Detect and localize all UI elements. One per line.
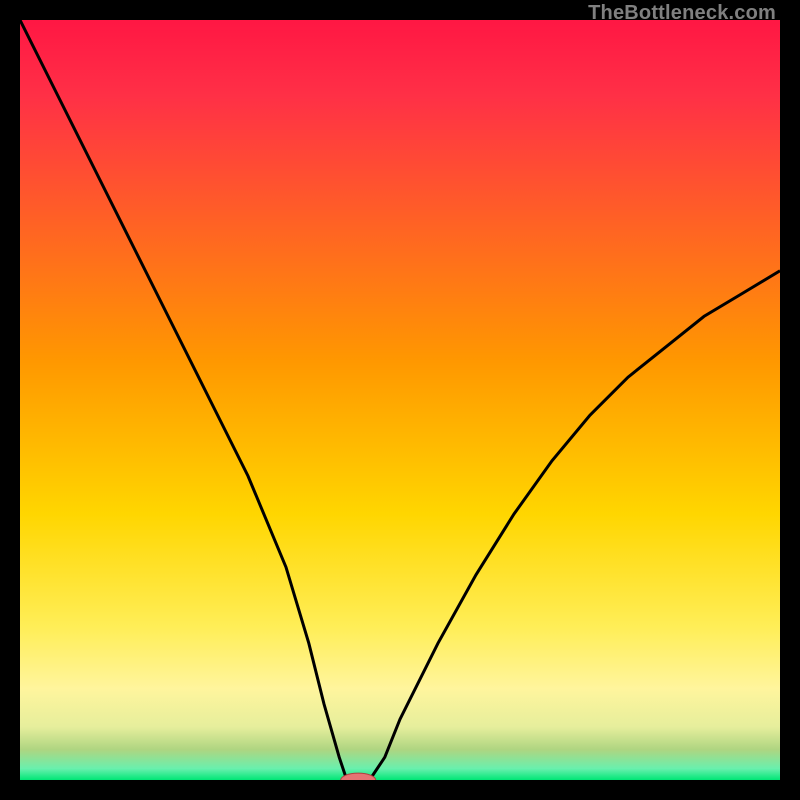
plot-area	[20, 20, 780, 780]
chart-frame: TheBottleneck.com	[0, 0, 800, 800]
gradient-background	[20, 20, 780, 780]
bottleneck-chart	[20, 20, 780, 780]
